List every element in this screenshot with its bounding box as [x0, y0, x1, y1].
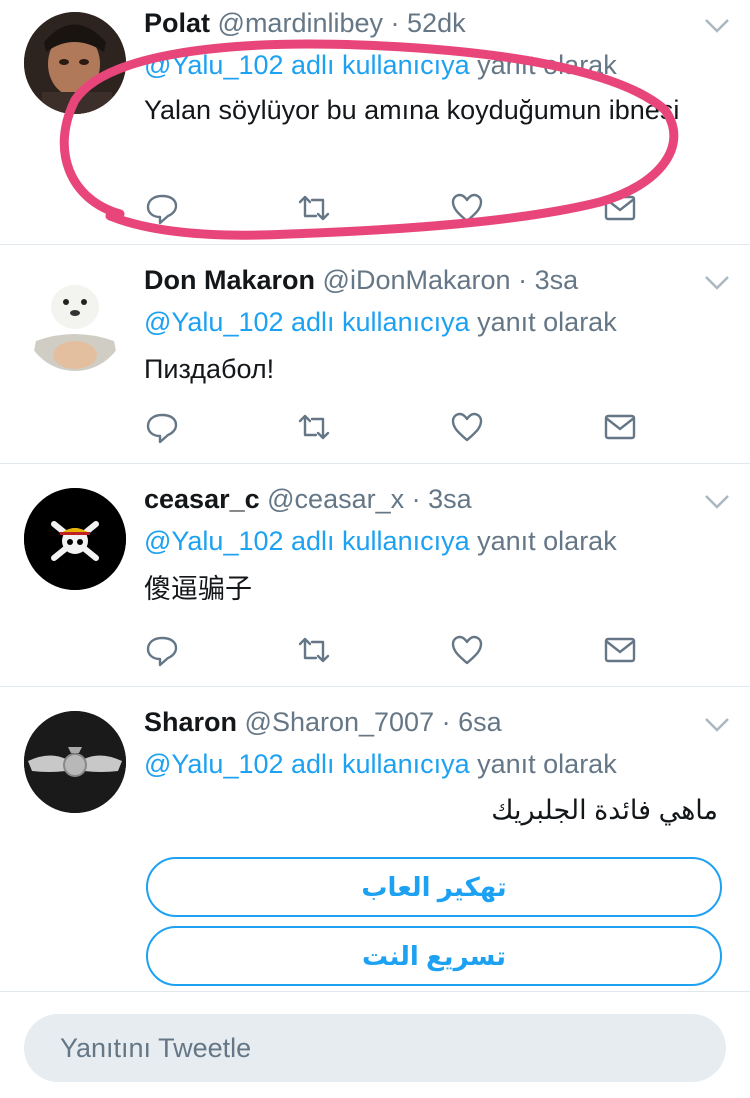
reply-context: @Yalu_102 adlı kullanıcıya yanıt olarak — [144, 749, 617, 780]
reply-to-label: yanıt olarak — [477, 50, 617, 80]
avatar[interactable] — [24, 12, 126, 114]
tweet-text: 傻逼骗子 — [144, 574, 252, 604]
handle[interactable]: @ceasar_x — [267, 484, 404, 514]
retweet-button[interactable] — [296, 632, 332, 668]
reply-button[interactable] — [144, 632, 180, 668]
direct-message-icon — [604, 414, 636, 440]
like-button[interactable] — [449, 190, 485, 226]
reply-to-user[interactable]: @Yalu_102 adlı kullanıcıya — [144, 526, 470, 556]
display-name[interactable]: Polat — [144, 8, 210, 38]
reply-button[interactable] — [144, 190, 180, 226]
avatar[interactable] — [24, 269, 126, 371]
like-icon — [451, 635, 483, 665]
tweet-header: Polat @mardinlibey · 52dk — [144, 8, 466, 39]
retweet-icon — [298, 637, 330, 663]
card-option-button[interactable]: تسريع النت — [146, 926, 722, 986]
card-option-button[interactable]: تهكير العاب — [146, 857, 722, 917]
handle[interactable]: @iDonMakaron — [323, 265, 511, 295]
direct-message-button[interactable] — [602, 190, 638, 226]
direct-message-button[interactable] — [602, 409, 638, 445]
reply-to-label: yanıt olarak — [477, 307, 617, 337]
avatar-pilot-wings-icon — [24, 711, 126, 813]
tweet-text: ماهي فائدة الجلبريك — [491, 795, 718, 825]
avatar-seal-icon — [24, 269, 126, 371]
chevron-down-icon[interactable] — [704, 717, 730, 733]
tweet-header: Don Makaron @iDonMakaron · 3sa — [144, 265, 578, 296]
direct-message-icon — [604, 637, 636, 663]
like-icon — [451, 412, 483, 442]
like-button[interactable] — [449, 632, 485, 668]
avatar-jolly-roger-icon — [24, 488, 126, 590]
reply-to-user[interactable]: @Yalu_102 adlı kullanıcıya — [144, 749, 470, 779]
display-name[interactable]: ceasar_c — [144, 484, 260, 514]
separator: · — [441, 707, 451, 737]
timestamp[interactable]: 3sa — [428, 484, 472, 514]
reply-icon — [146, 413, 178, 444]
reply-icon — [146, 636, 178, 667]
chevron-down-icon[interactable] — [704, 18, 730, 34]
reply-to-label: yanıt olarak — [477, 749, 617, 779]
timestamp[interactable]: 3sa — [535, 265, 579, 295]
tweet-actions — [144, 632, 644, 668]
retweet-button[interactable] — [296, 190, 332, 226]
tweet-polat[interactable]: Polat @mardinlibey · 52dk @Yalu_102 adlı… — [0, 0, 750, 245]
tweet-actions — [144, 409, 644, 445]
timestamp[interactable]: 6sa — [458, 707, 502, 737]
chevron-down-icon[interactable] — [704, 275, 730, 291]
avatar-photo-icon — [24, 12, 126, 114]
reply-context: @Yalu_102 adlı kullanıcıya yanıt olarak — [144, 50, 617, 81]
separator: · — [390, 8, 400, 38]
reply-context: @Yalu_102 adlı kullanıcıya yanıt olarak — [144, 307, 617, 338]
display-name[interactable]: Don Makaron — [144, 265, 315, 295]
handle[interactable]: @Sharon_7007 — [245, 707, 435, 737]
reply-compose-input[interactable]: Yanıtını Tweetle — [24, 1014, 726, 1082]
tweet-text: Yalan söylüyor bu amına koyduğumun ibnes… — [144, 95, 680, 125]
separator: · — [518, 265, 528, 295]
separator: · — [411, 484, 421, 514]
direct-message-button[interactable] — [602, 632, 638, 668]
retweet-button[interactable] — [296, 409, 332, 445]
avatar[interactable] — [24, 488, 126, 590]
reply-context: @Yalu_102 adlı kullanıcıya yanıt olarak — [144, 526, 617, 557]
tweet-text: Пиздабол! — [144, 354, 275, 384]
chevron-down-icon[interactable] — [704, 494, 730, 510]
like-icon — [451, 193, 483, 223]
tweet-header: ceasar_c @ceasar_x · 3sa — [144, 484, 472, 515]
reply-icon — [146, 194, 178, 225]
timestamp[interactable]: 52dk — [407, 8, 466, 38]
reply-to-label: yanıt olarak — [477, 526, 617, 556]
direct-message-icon — [604, 195, 636, 221]
tweet-actions — [144, 190, 644, 226]
retweet-icon — [298, 414, 330, 440]
retweet-icon — [298, 195, 330, 221]
handle[interactable]: @mardinlibey — [218, 8, 383, 38]
reply-button[interactable] — [144, 409, 180, 445]
tweet-sharon[interactable]: Sharon @Sharon_7007 · 6sa @Yalu_102 adlı… — [0, 687, 750, 992]
like-button[interactable] — [449, 409, 485, 445]
reply-to-user[interactable]: @Yalu_102 adlı kullanıcıya — [144, 50, 470, 80]
tweet-header: Sharon @Sharon_7007 · 6sa — [144, 707, 502, 738]
display-name[interactable]: Sharon — [144, 707, 237, 737]
tweet-don-makaron[interactable]: Don Makaron @iDonMakaron · 3sa @Yalu_102… — [0, 245, 750, 464]
avatar[interactable] — [24, 711, 126, 813]
reply-to-user[interactable]: @Yalu_102 adlı kullanıcıya — [144, 307, 470, 337]
tweet-ceasar[interactable]: ceasar_c @ceasar_x · 3sa @Yalu_102 adlı … — [0, 464, 750, 687]
